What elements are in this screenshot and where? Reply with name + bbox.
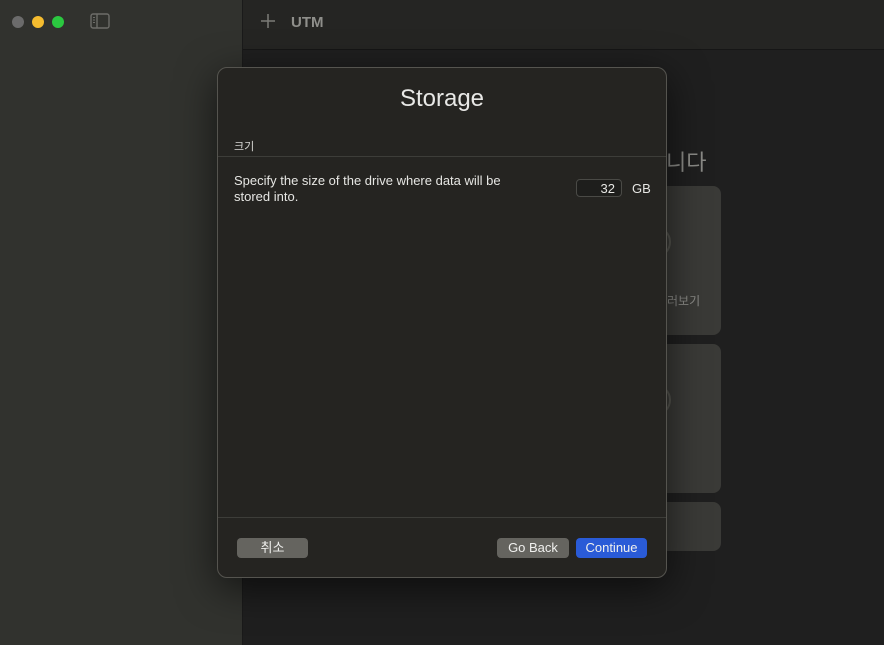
size-description: Specify the size of the drive where data…: [234, 173, 501, 204]
go-back-button[interactable]: Go Back: [497, 538, 569, 558]
card-label: 러보기: [667, 294, 701, 308]
divider: [218, 517, 666, 518]
dialog-title: Storage: [399, 85, 485, 112]
size-unit: GB: [632, 181, 651, 196]
sidebar-toggle-icon[interactable]: [90, 13, 110, 29]
toolbar: UTM: [243, 0, 884, 50]
window-minimize-button[interactable]: [32, 16, 44, 28]
divider: [218, 156, 666, 157]
app-title: UTM: [291, 14, 324, 31]
storage-dialog: Storage 크기 Specify the size of the drive…: [217, 67, 667, 578]
plus-icon[interactable]: [260, 13, 276, 29]
window-close-button[interactable]: [12, 16, 24, 28]
sidebar: [0, 0, 243, 645]
app-window: UTM 니다 러보기 t Storage 크기 Specify the size…: [0, 0, 884, 645]
window-maximize-button[interactable]: [52, 16, 64, 28]
cancel-button[interactable]: 취소: [237, 538, 308, 558]
background-heading: 니다: [666, 150, 707, 175]
continue-button[interactable]: Continue: [576, 538, 647, 558]
size-input[interactable]: [576, 179, 622, 197]
section-header: 크기: [234, 141, 255, 153]
